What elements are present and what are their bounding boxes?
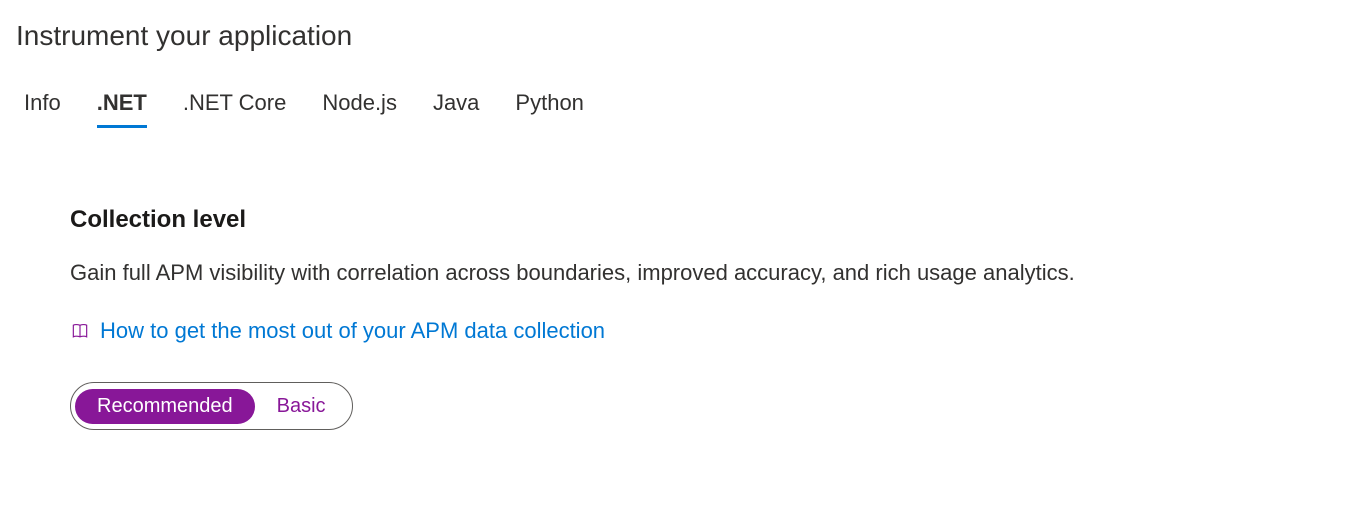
doc-link-row: How to get the most out of your APM data… (70, 318, 1368, 344)
collection-level-toggle: Recommended Basic (70, 382, 353, 430)
collection-level-heading: Collection level (70, 206, 1368, 234)
collection-level-recommended[interactable]: Recommended (75, 389, 255, 424)
tab-dotnet[interactable]: .NET (97, 84, 147, 128)
collection-level-basic[interactable]: Basic (255, 389, 348, 424)
tab-info[interactable]: Info (24, 84, 61, 128)
apm-doc-link[interactable]: How to get the most out of your APM data… (100, 318, 605, 344)
tab-java[interactable]: Java (433, 84, 479, 128)
collection-level-description: Gain full APM visibility with correlatio… (70, 260, 1368, 286)
book-icon (70, 321, 90, 341)
tab-python[interactable]: Python (515, 84, 584, 128)
tab-bar: Info .NET .NET Core Node.js Java Python (0, 52, 1368, 128)
tab-dotnet-core[interactable]: .NET Core (183, 84, 287, 128)
tab-content: Collection level Gain full APM visibilit… (0, 128, 1368, 430)
tab-nodejs[interactable]: Node.js (322, 84, 397, 128)
page-title: Instrument your application (0, 0, 1368, 52)
